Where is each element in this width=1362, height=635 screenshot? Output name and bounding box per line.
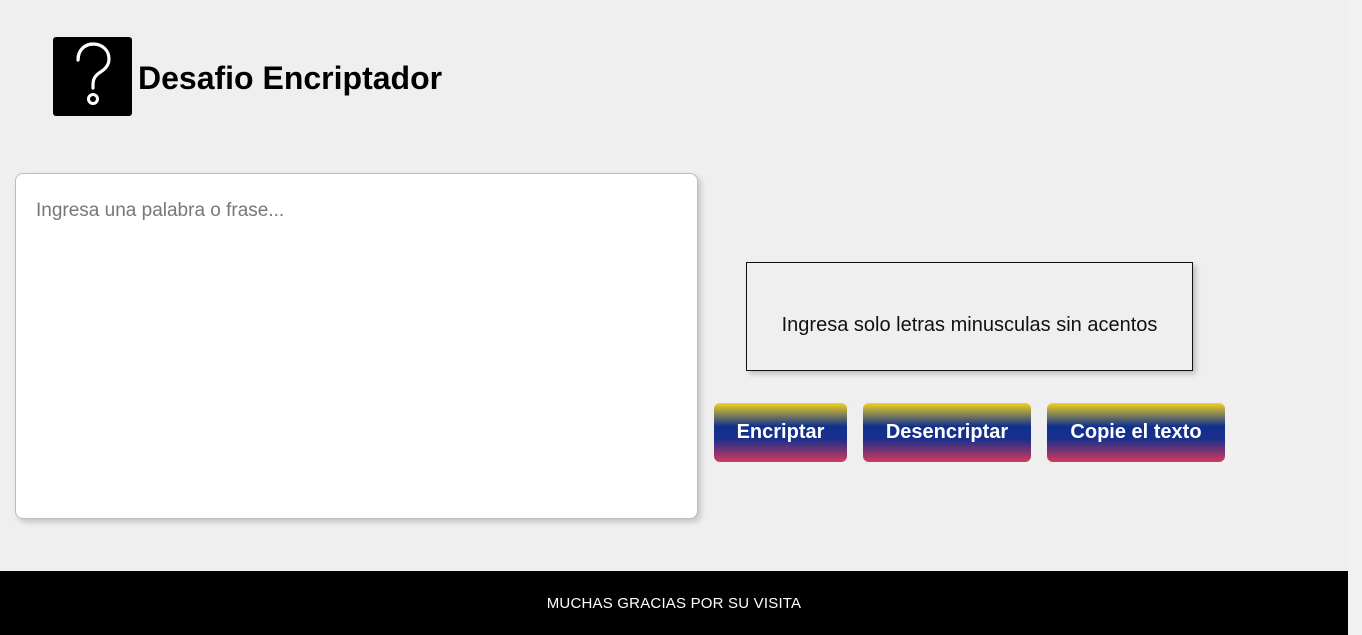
logo [53,37,132,116]
footer-text: MUCHAS GRACIAS POR SU VISITA [546,594,802,612]
footer: MUCHAS GRACIAS POR SU VISITA [0,571,1348,635]
instructions-text: Ingresa solo letras minusculas sin acent… [781,314,1158,336]
question-mark-icon [69,41,117,112]
copy-button[interactable]: Copie el texto [1047,403,1225,462]
encrypt-button[interactable]: Encriptar [714,403,847,462]
text-input[interactable] [15,173,698,519]
instructions-box: Ingresa solo letras minusculas sin acent… [746,262,1193,371]
vertical-scrollbar[interactable] [1348,0,1362,635]
page-title: Desafio Encriptador [138,60,443,96]
decrypt-button[interactable]: Desencriptar [863,403,1031,462]
page: Desafio Encriptador Ingresa solo letras … [0,0,1362,635]
